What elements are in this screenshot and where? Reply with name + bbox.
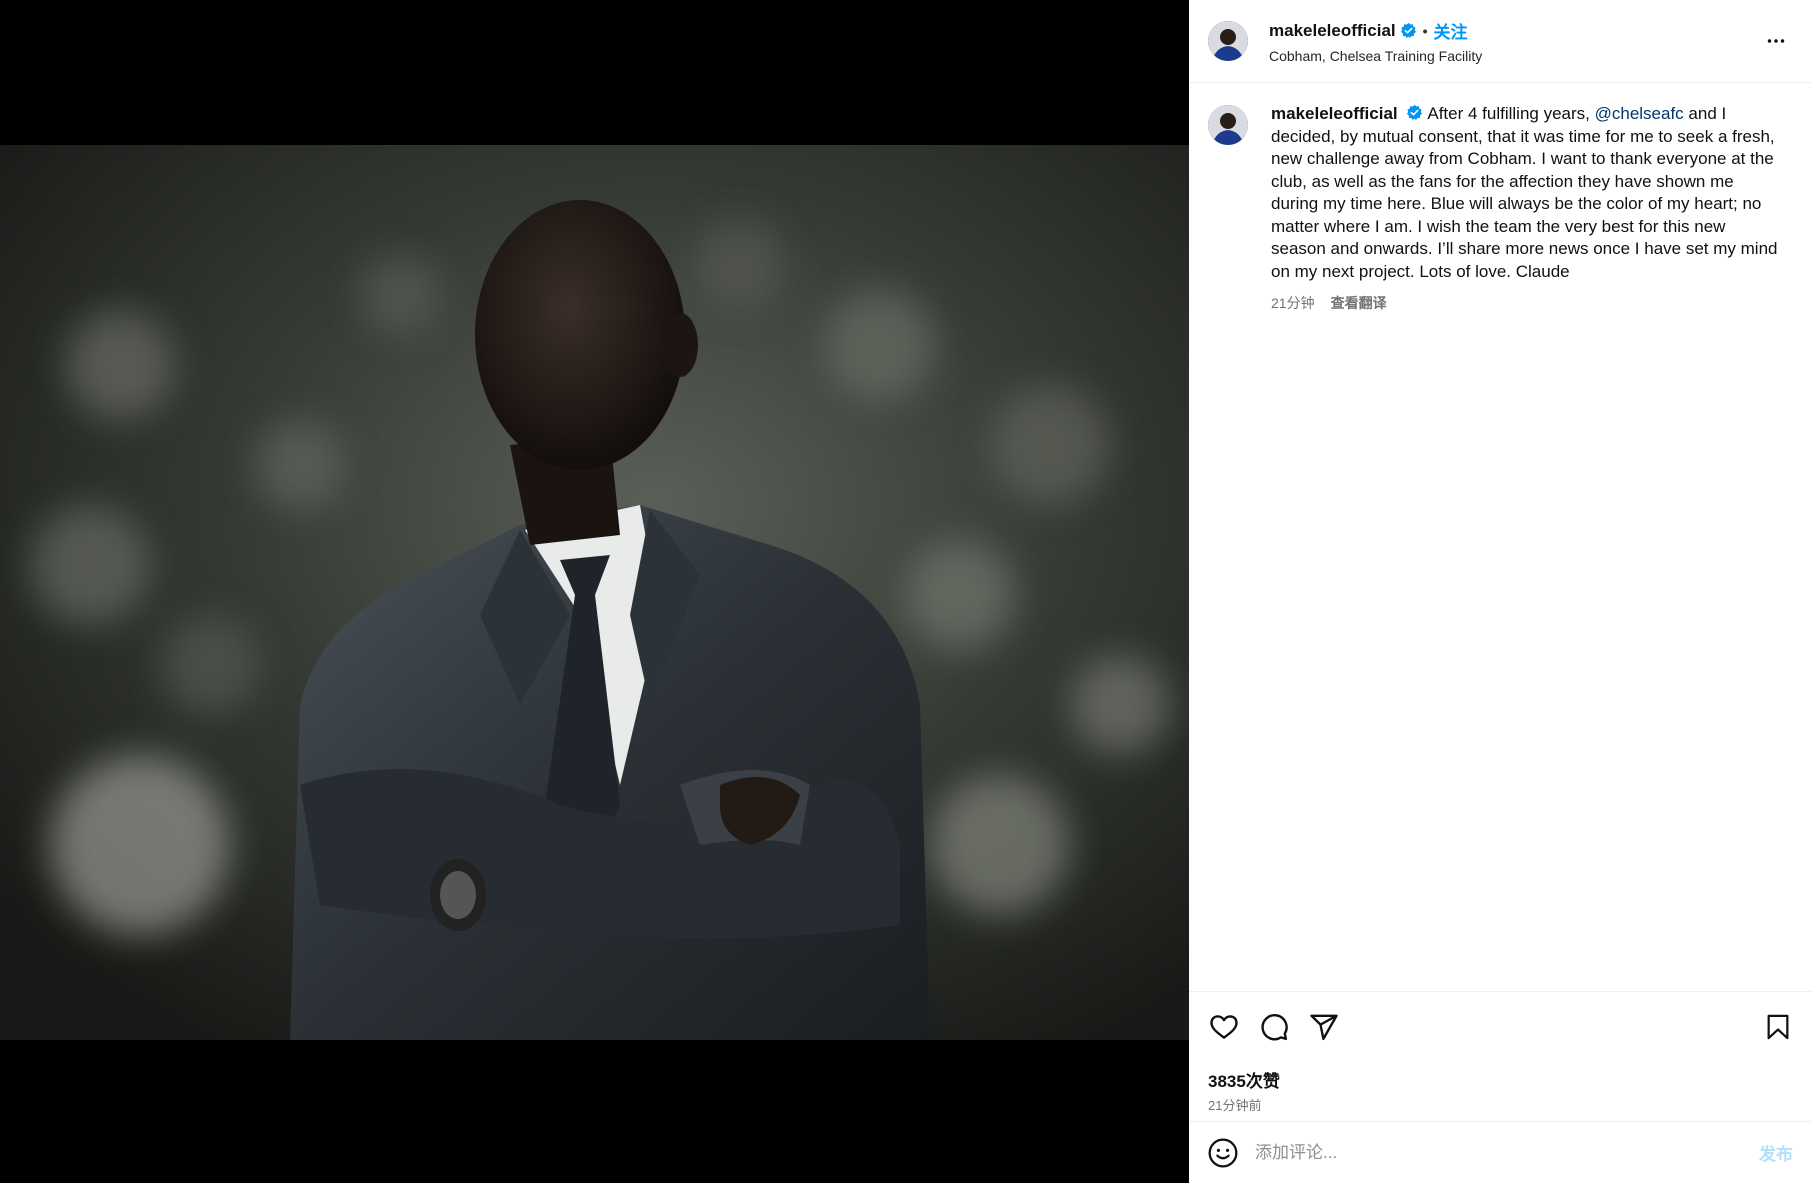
comment-button[interactable] (1257, 1010, 1291, 1044)
caption-body: makeleleofficial After 4 fulfilling year… (1271, 103, 1781, 991)
header-text: makeleleofficial • 关注 Cobham, Chelsea Tr… (1269, 18, 1482, 65)
verified-badge-icon (1407, 104, 1423, 120)
author-avatar[interactable] (1208, 21, 1248, 61)
comment-icon (1261, 1013, 1288, 1040)
post-caption: makeleleofficial After 4 fulfilling year… (1189, 83, 1811, 991)
header-row: makeleleofficial • 关注 (1269, 18, 1482, 43)
caption-mention-link[interactable]: @chelseafc (1595, 104, 1684, 123)
post-sidebar: makeleleofficial • 关注 Cobham, Chelsea Tr… (1189, 0, 1811, 1183)
post-comment-button[interactable]: 发布 (1759, 1140, 1793, 1165)
post-photo-illustration (0, 145, 1189, 1040)
follow-button[interactable]: 关注 (1434, 18, 1468, 43)
header-separator: • (1422, 22, 1428, 39)
caption-text-part2: and I decided, by mutual consent, that i… (1271, 104, 1778, 281)
post-actions (1189, 991, 1811, 1061)
verified-badge-icon (1400, 22, 1416, 38)
save-button[interactable] (1761, 1010, 1795, 1044)
post-timestamp[interactable]: 21分钟前 (1208, 1095, 1791, 1114)
avatar-image (1208, 21, 1248, 61)
post-location[interactable]: Cobham, Chelsea Training Facility (1269, 48, 1482, 64)
caption-username[interactable]: makeleleofficial (1271, 104, 1398, 123)
caption-meta: 21分钟 查看翻译 (1271, 293, 1781, 313)
instagram-post-modal: makeleleofficial • 关注 Cobham, Chelsea Tr… (0, 0, 1811, 1183)
like-button[interactable] (1207, 1010, 1241, 1044)
caption-text: makeleleofficial After 4 fulfilling year… (1271, 103, 1781, 283)
comment-bar: 发布 (1189, 1121, 1811, 1183)
likes-count[interactable]: 3835次赞 (1208, 1067, 1791, 1092)
share-button[interactable] (1307, 1010, 1341, 1044)
likes-section: 3835次赞 21分钟前 (1189, 1061, 1811, 1121)
caption-author-avatar[interactable] (1208, 105, 1248, 145)
caption-time[interactable]: 21分钟 (1271, 293, 1315, 313)
post-media (0, 0, 1189, 1183)
see-translation-button[interactable]: 查看翻译 (1331, 293, 1387, 313)
post-photo[interactable] (0, 145, 1189, 1040)
caption-text-part1: After 4 fulfilling years, (1427, 104, 1595, 123)
avatar-image (1208, 105, 1248, 145)
bookmark-icon (1767, 1014, 1789, 1039)
emoji-icon[interactable] (1207, 1137, 1239, 1169)
share-icon (1310, 1014, 1338, 1040)
heart-icon (1210, 1014, 1238, 1039)
more-options-icon[interactable] (1763, 28, 1789, 54)
author-username[interactable]: makeleleofficial (1269, 21, 1396, 41)
post-header: makeleleofficial • 关注 Cobham, Chelsea Tr… (1189, 0, 1811, 83)
comment-input[interactable] (1253, 1141, 1759, 1164)
